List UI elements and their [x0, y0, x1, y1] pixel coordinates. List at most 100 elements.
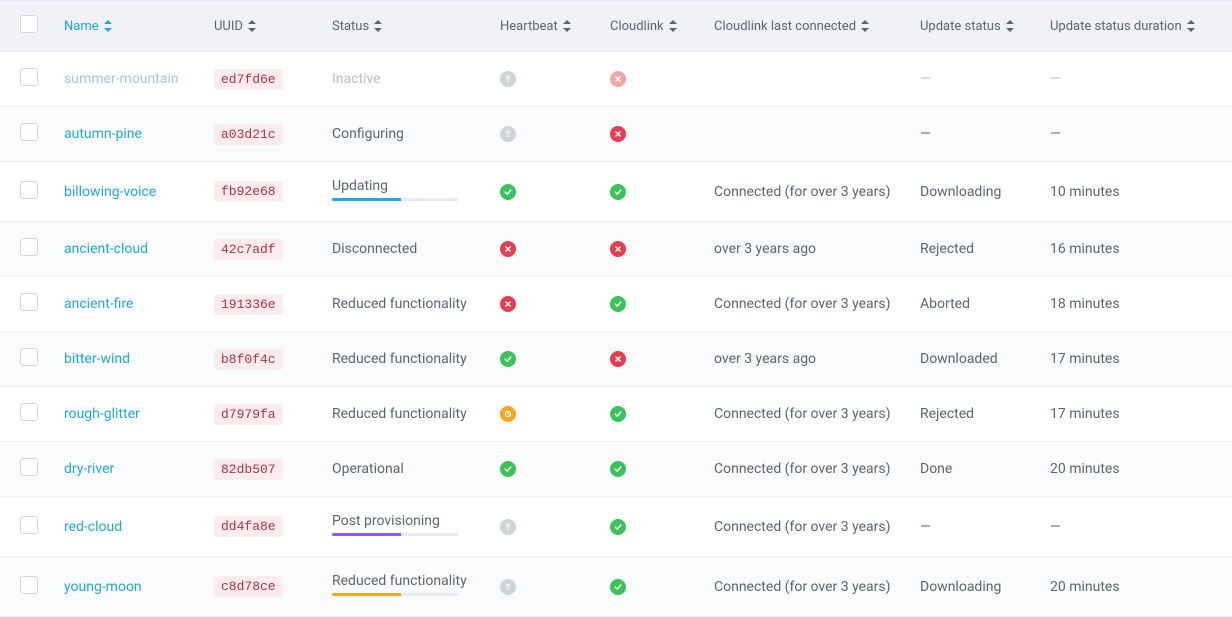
uuid-badge[interactable]: fb92e68: [214, 181, 283, 202]
last-connected-cell: Connected (for over 3 years): [706, 277, 912, 332]
header-cloudlink-label: Cloudlink: [610, 19, 664, 34]
device-name-link[interactable]: summer-mountain: [64, 71, 179, 87]
row-checkbox[interactable]: [20, 123, 38, 141]
device-name-link[interactable]: dry-river: [64, 461, 114, 477]
select-all-checkbox[interactable]: [20, 15, 38, 33]
table-row: ancient-cloud 42c7adf Disconnected over 3 y…: [0, 222, 1232, 277]
heartbeat-cell: [492, 557, 602, 617]
table-row: autumn-pinea03d21cConfiguring——: [0, 107, 1232, 162]
header-uuid[interactable]: UUID: [206, 1, 324, 52]
heartbeat-cell: [492, 222, 602, 277]
x-icon: [610, 71, 626, 87]
last-connected-cell: Connected (for over 3 years): [706, 162, 912, 222]
row-checkbox[interactable]: [20, 181, 38, 199]
header-update-status[interactable]: Update status: [912, 1, 1042, 52]
status-cell: Reduced functionality: [332, 573, 467, 596]
check-icon: [610, 461, 626, 477]
status-text: Reduced functionality: [332, 351, 467, 367]
heartbeat-cell: [492, 107, 602, 162]
uuid-badge[interactable]: b8f0f4c: [214, 349, 283, 370]
header-name[interactable]: Name: [56, 1, 206, 52]
last-connected-cell: over 3 years ago: [706, 222, 912, 277]
uuid-badge[interactable]: dd4fa8e: [214, 516, 283, 537]
row-checkbox[interactable]: [20, 68, 38, 86]
row-checkbox[interactable]: [20, 516, 38, 534]
status-progress-bar: [332, 533, 458, 536]
device-name-link[interactable]: billowing-voice: [64, 184, 156, 200]
status-text: Updating: [332, 178, 458, 194]
update-status-cell: —: [912, 497, 1042, 557]
last-connected-cell: Connected (for over 3 years): [706, 387, 912, 442]
device-name-link[interactable]: rough-glitter: [64, 406, 140, 422]
x-icon: [500, 241, 516, 257]
cloudlink-cell: [602, 497, 706, 557]
row-checkbox[interactable]: [20, 293, 38, 311]
uuid-badge[interactable]: ed7fd6e: [214, 69, 283, 90]
status-text: Post provisioning: [332, 513, 458, 529]
sort-icon: [861, 20, 869, 32]
table-header: Name UUID Status Heartbeat Cloudlink Clo…: [0, 1, 1232, 52]
device-name-link[interactable]: bitter-wind: [64, 351, 130, 367]
check-icon: [610, 406, 626, 422]
question-icon: [500, 126, 516, 142]
uuid-badge[interactable]: 82db507: [214, 459, 283, 480]
table-row: summer-mountained7fd6eInactive——: [0, 52, 1232, 107]
row-checkbox[interactable]: [20, 238, 38, 256]
check-icon: [500, 351, 516, 367]
update-status-cell: Downloading: [912, 557, 1042, 617]
table-row: bitter-windb8f0f4cReduced functionalityo…: [0, 332, 1232, 387]
uuid-badge[interactable]: 191336e: [214, 294, 283, 315]
header-heartbeat-label: Heartbeat: [500, 19, 558, 34]
device-name-link[interactable]: autumn-pine: [64, 126, 142, 142]
update-status-cell: —: [912, 107, 1042, 162]
table-row: ancient-fire 191336e Reduced functionality…: [0, 277, 1232, 332]
heartbeat-cell: [492, 162, 602, 222]
cloudlink-cell: [602, 332, 706, 387]
row-checkbox[interactable]: [20, 348, 38, 366]
header-cloudlink[interactable]: Cloudlink: [602, 1, 706, 52]
header-update-duration-label: Update status duration: [1050, 19, 1182, 34]
update-status-cell: —: [912, 52, 1042, 107]
table-row: billowing-voice fb92e68 Updating Connected …: [0, 162, 1232, 222]
status-cell: Operational: [332, 461, 404, 477]
uuid-badge[interactable]: a03d21c: [214, 124, 283, 145]
header-checkbox-cell: [0, 1, 56, 52]
row-checkbox[interactable]: [20, 458, 38, 476]
sort-icon: [104, 20, 112, 32]
status-progress-bar: [332, 198, 458, 201]
update-duration-cell: —: [1042, 497, 1232, 557]
header-update-duration[interactable]: Update status duration: [1042, 1, 1232, 52]
uuid-badge[interactable]: c8d78ce: [214, 576, 283, 597]
device-name-link[interactable]: young-moon: [64, 579, 142, 595]
heartbeat-cell: [492, 52, 602, 107]
x-icon: [610, 351, 626, 367]
check-icon: [610, 296, 626, 312]
cloudlink-cell: [602, 442, 706, 497]
heartbeat-cell: [492, 277, 602, 332]
uuid-badge[interactable]: 42c7adf: [214, 239, 283, 260]
table-row: rough-glitterd7979faReduced functionalit…: [0, 387, 1232, 442]
header-heartbeat[interactable]: Heartbeat: [492, 1, 602, 52]
header-status[interactable]: Status: [324, 1, 492, 52]
question-icon: [500, 71, 516, 87]
status-text: Reduced functionality: [332, 296, 467, 312]
device-name-link[interactable]: ancient-cloud: [64, 241, 148, 257]
header-cloudlink-last[interactable]: Cloudlink last connected: [706, 1, 912, 52]
status-text: Inactive: [332, 71, 381, 87]
sort-icon: [374, 20, 382, 32]
status-cell: Inactive: [332, 71, 381, 87]
row-checkbox[interactable]: [20, 576, 38, 594]
status-cell: Reduced functionality: [332, 351, 467, 367]
device-name-link[interactable]: red-cloud: [64, 519, 122, 535]
check-icon: [500, 184, 516, 200]
row-checkbox[interactable]: [20, 403, 38, 421]
cloudlink-cell: [602, 107, 706, 162]
status-cell: Disconnected: [332, 241, 417, 257]
last-connected-cell: [706, 107, 912, 162]
device-name-link[interactable]: ancient-fire: [64, 296, 133, 312]
x-icon: [500, 296, 516, 312]
heartbeat-cell: [492, 332, 602, 387]
check-icon: [500, 461, 516, 477]
header-cloudlink-last-label: Cloudlink last connected: [714, 19, 856, 34]
uuid-badge[interactable]: d7979fa: [214, 404, 283, 425]
